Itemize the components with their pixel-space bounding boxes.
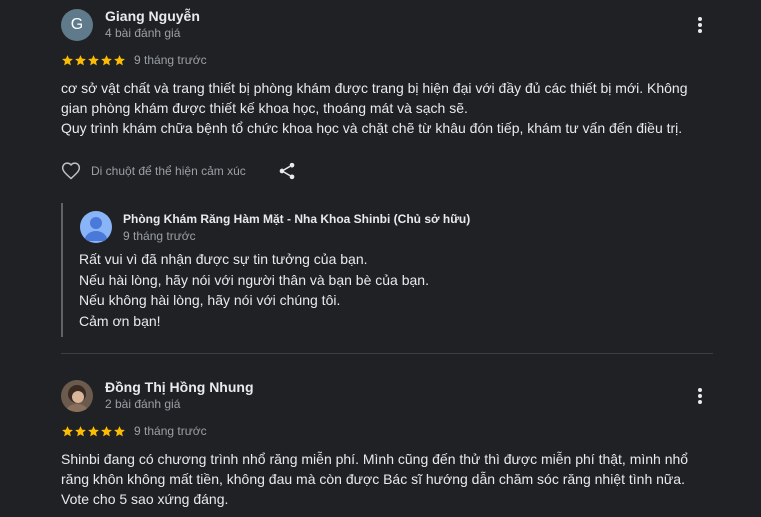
more-vert-icon <box>698 17 702 33</box>
review-time: 9 tháng trước <box>134 424 207 438</box>
review-text: cơ sở vật chất và trang thiết bị phòng k… <box>61 78 721 138</box>
review-text-line: Shinbi đang có chương trình nhổ răng miễ… <box>61 451 689 467</box>
star-icon <box>101 54 112 65</box>
reviewer-review-count: 4 bài đánh giá <box>105 26 181 40</box>
reviewer-avatar[interactable] <box>61 380 93 412</box>
star-icon <box>75 54 86 65</box>
review-divider <box>61 353 713 354</box>
star-icon <box>75 425 86 436</box>
more-options-button[interactable] <box>690 386 710 406</box>
owner-response-line: Cảm ơn bạn! <box>79 312 161 329</box>
reviewer-review-count: 2 bài đánh giá <box>105 397 181 411</box>
review-actions: Di chuột để thể hiện cảm xúc <box>61 160 295 182</box>
review-time: 9 tháng trước <box>134 53 207 67</box>
star-icon <box>114 425 125 436</box>
review-text-line: Vote cho 5 sao xứng đáng. <box>61 491 229 507</box>
star-icon <box>101 425 112 436</box>
owner-response: Phòng Khám Răng Hàm Mặt - Nha Khoa Shinb… <box>61 203 703 337</box>
owner-response-time: 9 tháng trước <box>123 229 196 243</box>
owner-response-line: Nếu không hài lòng, hãy nói với chúng tô… <box>79 292 341 308</box>
owner-response-text: Rất vui vì đã nhận được sự tin tưởng của… <box>79 249 429 331</box>
star-icon <box>88 425 99 436</box>
review-text-line: Quy trình khám chữa bệnh tổ chức khoa họ… <box>61 120 683 136</box>
reviewer-avatar[interactable]: G <box>61 9 93 41</box>
star-icon <box>62 54 73 65</box>
person-icon <box>84 217 108 241</box>
rating-row: 9 tháng trước <box>61 424 207 438</box>
owner-name: Phòng Khám Răng Hàm Mặt - Nha Khoa Shinb… <box>123 212 471 226</box>
star-rating <box>61 425 126 438</box>
owner-response-line: Nếu hài lòng, hãy nói với người thân và … <box>79 271 429 288</box>
review-text-line: gian phòng khám được thiết kế khoa học, … <box>61 100 468 116</box>
rating-row: 9 tháng trước <box>61 53 207 67</box>
reviewer-name[interactable]: Giang Nguyễn <box>105 8 200 24</box>
owner-response-line: Rất vui vì đã nhận được sự tin tưởng của… <box>79 251 368 267</box>
owner-avatar <box>80 211 112 243</box>
star-icon <box>62 425 73 436</box>
star-rating <box>61 54 126 67</box>
review-text-line: cơ sở vật chất và trang thiết bị phòng k… <box>61 80 688 96</box>
reaction-hint: Di chuột để thể hiện cảm xúc <box>91 164 246 178</box>
star-icon <box>88 54 99 65</box>
share-icon[interactable] <box>277 161 297 181</box>
more-vert-icon <box>698 388 702 404</box>
star-icon <box>114 54 125 65</box>
more-options-button[interactable] <box>690 15 710 35</box>
review-text: Shinbi đang có chương trình nhổ răng miễ… <box>61 449 721 509</box>
reviewer-name[interactable]: Đồng Thị Hồng Nhung <box>105 379 254 395</box>
reviews-panel: G Giang Nguyễn 4 bài đánh giá 9 tháng tr… <box>0 0 761 517</box>
heart-outline-icon[interactable] <box>61 161 81 181</box>
profile-photo <box>61 380 93 412</box>
review-text-line: răng khôn không mất tiền, không đau mà c… <box>61 471 685 487</box>
